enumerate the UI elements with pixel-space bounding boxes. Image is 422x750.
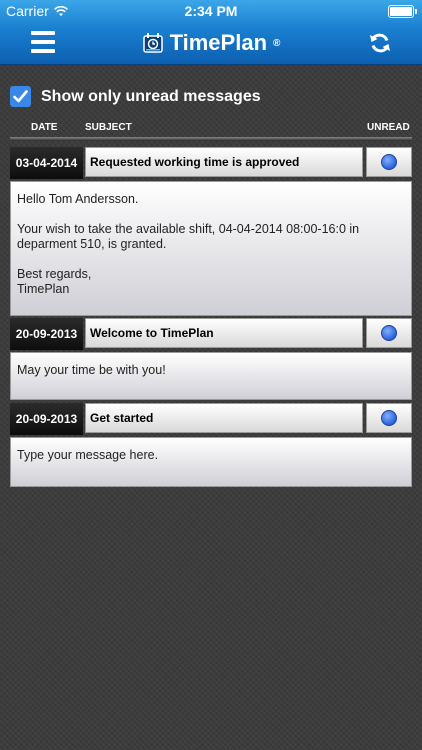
status-time: 2:34 PM [184,3,238,19]
message-body-line: Your wish to take the available shift, 0… [17,222,360,251]
unread-indicator-icon [381,154,397,170]
column-header-subject: SUBJECT [85,122,132,133]
app-title-text: TimePlan [169,30,268,55]
unread-filter-label: Show only unread messages [41,87,261,105]
app-title: TimePlan ® [0,30,422,60]
unread-indicator-icon [381,410,397,426]
checkmark-icon [13,90,28,103]
column-header-unread: UNREAD [367,122,410,133]
message-date: 20-09-2013 [10,403,83,435]
title-group: TimePlan ® [142,30,281,56]
message-date: 20-09-2013 [10,318,83,350]
message-row[interactable]: 20-09-2013 Welcome to TimePlan [10,318,412,350]
message-body-line: Best regards, TimePlan [17,267,92,296]
trademark-symbol: ® [273,37,281,49]
message-row[interactable]: 20-09-2013 Get started [10,403,412,435]
message-subject[interactable]: Requested working time is approved [85,147,363,177]
message-row[interactable]: 03-04-2014 Requested working time is app… [10,147,412,179]
timeplan-logo-icon [142,33,163,53]
message-body-line: Type your message here. [17,448,159,462]
message-body-line: Hello Tom Andersson. [17,192,139,206]
unread-toggle[interactable] [366,147,412,177]
header-divider [10,137,412,141]
message-body-line: May your time be with you! [17,363,166,377]
unread-toggle[interactable] [366,318,412,348]
top-bar: Carrier 2:34 PM TimePlan ® [0,0,422,65]
status-bar: Carrier 2:34 PM [0,0,422,22]
refresh-icon[interactable] [368,31,392,55]
unread-indicator-icon [381,325,397,341]
unread-toggle[interactable] [366,403,412,433]
message-date: 03-04-2014 [10,147,83,179]
unread-filter-checkbox[interactable] [10,86,31,107]
message-body: May your time be with you! [10,352,412,400]
battery-icon [388,5,417,18]
message-subject[interactable]: Get started [85,403,363,433]
message-subject[interactable]: Welcome to TimePlan [85,318,363,348]
unread-filter[interactable]: Show only unread messages [10,86,261,107]
message-body: Type your message here. [10,437,412,487]
column-header-date: DATE [31,122,58,133]
navigation-bar: TimePlan ® [0,22,422,64]
message-body: Hello Tom Andersson. Your wish to take t… [10,181,412,316]
